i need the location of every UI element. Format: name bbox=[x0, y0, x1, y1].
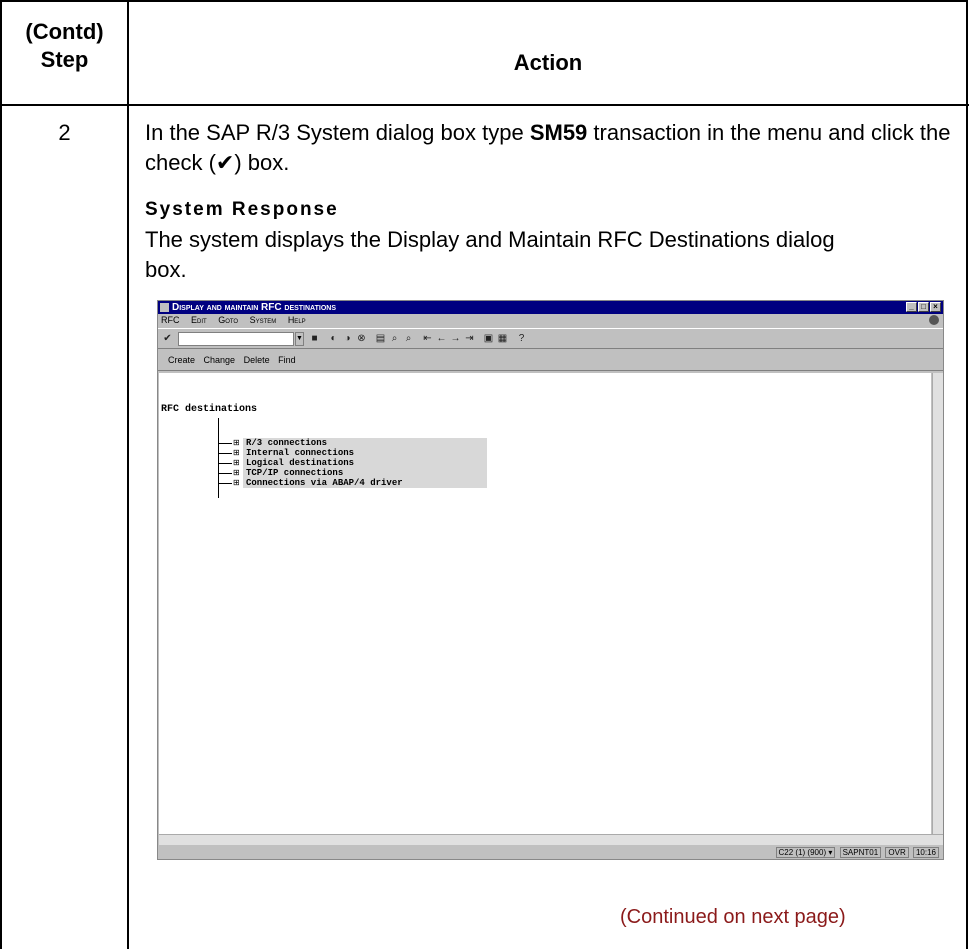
command-field[interactable] bbox=[178, 332, 294, 346]
find-next-icon[interactable]: ⌕ bbox=[403, 333, 414, 344]
create-session-icon[interactable]: ▣ bbox=[483, 333, 494, 344]
vertical-scrollbar[interactable] bbox=[932, 373, 943, 834]
window-buttons: _ □ × bbox=[906, 302, 941, 312]
instruction-pre: In the SAP R/3 System dialog box type bbox=[145, 120, 530, 145]
menu-goto[interactable]: Goto bbox=[218, 315, 238, 325]
save-icon[interactable]: ■ bbox=[309, 333, 320, 344]
first-page-icon[interactable]: ⇤ bbox=[422, 333, 433, 344]
minimize-icon[interactable]: _ bbox=[906, 302, 917, 312]
status-system[interactable]: C22 (1) (900) ▾ bbox=[775, 847, 836, 858]
last-page-icon[interactable]: ⇥ bbox=[464, 333, 475, 344]
next-page-icon[interactable]: → bbox=[450, 333, 461, 344]
header-action: Action bbox=[513, 50, 583, 75]
header-divider bbox=[0, 104, 969, 106]
exit-icon[interactable]: ◑ bbox=[342, 333, 353, 344]
back-icon[interactable]: ◐ bbox=[328, 333, 339, 344]
header-step-line2: Step bbox=[40, 47, 89, 72]
continued-note: (Continued on next page) bbox=[620, 906, 846, 928]
find-button[interactable]: Find bbox=[278, 355, 296, 365]
column-divider bbox=[127, 0, 129, 949]
instruction-text: In the SAP R/3 System dialog box type SM… bbox=[145, 118, 965, 178]
sap-window: Display and maintain RFC destinations _ … bbox=[157, 300, 944, 860]
horizontal-scrollbar[interactable] bbox=[159, 834, 943, 845]
tree-branch bbox=[218, 453, 232, 454]
maximize-icon[interactable]: □ bbox=[918, 302, 929, 312]
tree-item-label: Connections via ABAP/4 driver bbox=[243, 478, 487, 488]
previous-page-icon[interactable]: ← bbox=[436, 333, 447, 344]
menu-help[interactable]: Help bbox=[288, 315, 306, 325]
tree-branch bbox=[218, 443, 232, 444]
tree-branch bbox=[218, 473, 232, 474]
status-mode: OVR bbox=[885, 847, 909, 858]
response-text: The system displays the Display and Main… bbox=[145, 227, 835, 282]
tree-branch bbox=[218, 463, 232, 464]
change-button[interactable]: Change bbox=[204, 355, 236, 365]
status-server: SAPNT01 bbox=[839, 847, 882, 858]
print-icon[interactable]: ▤ bbox=[375, 333, 386, 344]
instruction-bold: SM59 bbox=[529, 120, 588, 145]
create-button[interactable]: Create bbox=[168, 355, 195, 365]
expand-icon[interactable]: ⊞ bbox=[233, 439, 240, 447]
menu-system[interactable]: System bbox=[250, 315, 277, 325]
response-title: System Response bbox=[145, 199, 339, 220]
tree-item-label: Internal connections bbox=[243, 448, 487, 458]
sap-application-toolbar: Create Change Delete Find bbox=[158, 350, 943, 371]
sap-work-area: RFC destinations ⊞ R/3 connections ⊞ Int… bbox=[159, 373, 931, 834]
sap-title-bar: Display and maintain RFC destinations _ … bbox=[158, 301, 943, 314]
step-number: 2 bbox=[58, 120, 71, 145]
delete-button[interactable]: Delete bbox=[244, 355, 270, 365]
menu-rfc[interactable]: RFC bbox=[161, 315, 180, 325]
sap-standard-toolbar: ✔ ▼ ■ ◐ ◑ ⊗ ▤ ⌕ ⌕ ⇤ ← → ⇥ ▣ ▦ ? bbox=[158, 328, 943, 349]
tree-connector bbox=[218, 418, 219, 498]
sap-help-icon[interactable] bbox=[929, 315, 939, 325]
expand-icon[interactable]: ⊞ bbox=[233, 449, 240, 457]
expand-icon[interactable]: ⊞ bbox=[233, 479, 240, 487]
header-step: (Contd) Step bbox=[2, 18, 127, 74]
close-icon[interactable]: × bbox=[930, 302, 941, 312]
status-time: 10:16 bbox=[912, 847, 939, 858]
find-icon[interactable]: ⌕ bbox=[389, 333, 400, 344]
enter-check-icon[interactable]: ✔ bbox=[162, 333, 173, 344]
expand-icon[interactable]: ⊞ bbox=[233, 459, 240, 467]
tree-item-label: TCP/IP connections bbox=[243, 468, 487, 478]
header-step-line1: (Contd) bbox=[25, 19, 104, 44]
cancel-icon[interactable]: ⊗ bbox=[356, 333, 367, 344]
sap-menu-bar: RFC Edit Goto System Help bbox=[158, 314, 943, 327]
tree-item-label: R/3 connections bbox=[243, 438, 487, 448]
sap-window-icon bbox=[160, 303, 169, 312]
tree-branch bbox=[218, 483, 232, 484]
sap-title-text: Display and maintain RFC destinations bbox=[172, 302, 336, 313]
command-dropdown-icon[interactable]: ▼ bbox=[295, 332, 304, 346]
help-icon[interactable]: ? bbox=[516, 333, 527, 344]
tree-item-label: Logical destinations bbox=[243, 458, 487, 468]
expand-icon[interactable]: ⊞ bbox=[233, 469, 240, 477]
sap-status-bar: C22 (1) (900) ▾ SAPNT01 OVR 10:16 bbox=[158, 846, 943, 860]
tree-root-rfc-destinations[interactable]: RFC destinations bbox=[161, 404, 257, 415]
menu-edit[interactable]: Edit bbox=[191, 315, 207, 325]
shortcut-icon[interactable]: ▦ bbox=[497, 333, 508, 344]
